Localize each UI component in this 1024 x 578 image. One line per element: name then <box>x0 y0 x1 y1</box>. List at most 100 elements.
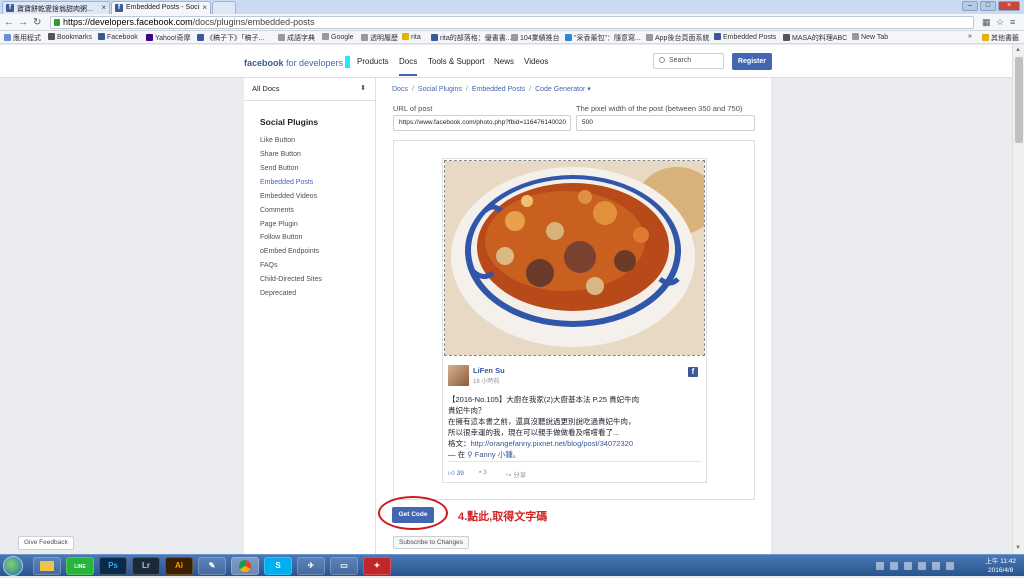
mention-link[interactable]: Fanny 小鍾。 <box>475 450 520 459</box>
nav-videos[interactable]: Videos <box>524 57 548 66</box>
bookmark-item[interactable]: rita <box>402 33 421 41</box>
share-link[interactable]: ↪ 分享 <box>506 469 526 479</box>
taskbar-photoshop[interactable]: Ps <box>99 557 127 575</box>
like-count[interactable]: 👍︎ 39 <box>448 469 464 477</box>
bookmark-chevron-icon[interactable]: » <box>968 33 972 40</box>
menu-icon[interactable]: ≡ <box>1010 17 1015 27</box>
bookmark-item[interactable]: App後台頁面系統 <box>646 33 709 43</box>
page-scrollbar[interactable]: ▲ ▼ <box>1012 45 1024 554</box>
give-feedback-button[interactable]: Give Feedback <box>18 536 74 550</box>
taskbar-app[interactable]: ▭ <box>330 557 358 575</box>
start-button[interactable] <box>3 556 23 576</box>
other-bookmarks[interactable]: 其他書籤 <box>982 33 1019 43</box>
sidebar-item-share-button[interactable]: Share Button <box>260 151 301 158</box>
maximize-button[interactable]: □ <box>980 1 996 11</box>
search-input[interactable]: Search <box>653 53 724 69</box>
star-icon[interactable]: ☆ <box>996 17 1004 28</box>
scroll-up-icon[interactable]: ▲ <box>1015 47 1021 53</box>
post-author[interactable]: LiFen Su <box>473 366 505 375</box>
article-link[interactable]: http://orangefanny.pixnet.net/blog/post/… <box>471 439 634 448</box>
bookmark-item[interactable]: Bookmarks <box>48 33 92 41</box>
bookmark-item[interactable]: "采香薰包"：隨意寫... <box>565 33 641 43</box>
sidebar-item-child-directed-sites[interactable]: Child-Directed Sites <box>260 276 322 283</box>
site-logo[interactable]: facebook for developers <box>244 56 351 68</box>
get-code-button[interactable]: Get Code <box>392 507 434 523</box>
sidebar-item-send-button[interactable]: Send Button <box>260 165 299 172</box>
all-docs-dropdown[interactable]: All Docs ⬍ <box>244 78 376 101</box>
nav-docs[interactable]: Docs <box>399 57 418 76</box>
facebook-logo-icon[interactable]: f <box>688 367 698 377</box>
bookmark-item[interactable]: 《稿子下》「稿子... <box>197 33 264 43</box>
scroll-down-icon[interactable]: ▼ <box>1015 545 1021 551</box>
taskbar-app[interactable]: ✎ <box>198 557 226 575</box>
breadcrumb-docs[interactable]: Docs <box>392 86 408 93</box>
nav-news[interactable]: News <box>494 57 514 66</box>
browser-tab-2[interactable]: f Embedded Posts - Soci × <box>111 1 211 14</box>
pixel-width-input[interactable]: 500 <box>576 115 755 131</box>
taskbar-skype[interactable]: S <box>264 557 292 575</box>
sidebar-item-embedded-posts[interactable]: Embedded Posts <box>260 179 313 186</box>
breadcrumb-social-plugins[interactable]: Social Plugins <box>418 86 462 93</box>
bookmark-item[interactable]: New Tab <box>852 33 888 41</box>
sidebar-item-page-plugin[interactable]: Page Plugin <box>260 221 298 228</box>
bookmark-item[interactable]: Embedded Posts <box>714 33 776 41</box>
bookmark-item[interactable]: Google <box>322 33 354 41</box>
scrollbar-thumb[interactable] <box>1015 57 1023 143</box>
sidebar-item-deprecated[interactable]: Deprecated <box>260 290 296 297</box>
post-time[interactable]: 18 小時前 <box>473 376 499 385</box>
close-tab-icon[interactable]: × <box>101 3 106 12</box>
nav-tools-support[interactable]: Tools & Support <box>428 57 484 66</box>
taskbar-app[interactable]: ✦ <box>363 557 391 575</box>
tray-icon[interactable] <box>876 562 884 570</box>
back-arrow-icon[interactable]: ← <box>4 17 14 28</box>
thumbs-up-icon: 👍︎ <box>448 470 457 477</box>
bookmark-item[interactable]: Facebook <box>98 33 138 41</box>
system-clock[interactable]: 上午 11:42 2016/4/8 <box>985 557 1016 575</box>
forward-arrow-icon[interactable]: → <box>18 17 28 28</box>
register-button[interactable]: Register <box>732 53 772 70</box>
breadcrumb-code-generator[interactable]: Code Generator ▾ <box>535 86 591 93</box>
minimize-button[interactable]: – <box>962 1 978 11</box>
bookmark-item[interactable]: rita的部落格：優書書... <box>431 33 512 43</box>
breadcrumb-embedded-posts[interactable]: Embedded Posts <box>472 86 525 93</box>
sidebar-item-like-button[interactable]: Like Button <box>260 137 295 144</box>
bookmark-item[interactable]: 透明履歷 <box>361 33 398 43</box>
sidebar-item-faqs[interactable]: FAQs <box>260 262 278 269</box>
sidebar-item-oembed-endpoints[interactable]: oEmbed Endpoints <box>260 248 319 255</box>
avatar[interactable] <box>448 365 469 386</box>
close-tab-icon[interactable]: × <box>202 3 207 12</box>
bookmark-item[interactable]: MASA的料理ABC <box>783 33 847 43</box>
reload-icon[interactable]: ↻ <box>33 17 41 28</box>
tray-icon[interactable] <box>890 562 898 570</box>
taskbar-explorer[interactable] <box>33 557 61 575</box>
url-of-post-input[interactable]: https://www.facebook.com/photo.php?fbid=… <box>393 115 571 131</box>
url-input[interactable]: https://developers.facebook.com/docs/plu… <box>50 16 974 29</box>
address-bar-row: ← → ↻ https://developers.facebook.com/do… <box>0 14 1024 31</box>
browser-tab-1[interactable]: f 寶寶餅乾愛捨翁甜肉粥... × <box>2 1 110 14</box>
tray-icon[interactable] <box>904 562 912 570</box>
post-text-line: 貴妃牛肉？ <box>448 406 486 415</box>
new-tab-button[interactable] <box>212 1 236 14</box>
taskbar-chrome[interactable] <box>231 557 259 575</box>
post-photo[interactable] <box>444 160 705 356</box>
comment-count[interactable]: ▪ 3 <box>479 469 487 476</box>
post-text-line: 【2016-No.105】大廚在我家(2)大廚基本法 P.25 貴妃牛肉 <box>448 395 640 404</box>
taskbar-illustrator[interactable]: Ai <box>165 557 193 575</box>
sidebar-item-embedded-videos[interactable]: Embedded Videos <box>260 193 317 200</box>
sidebar-item-follow-button[interactable]: Follow Button <box>260 234 302 241</box>
nav-products[interactable]: Products <box>357 57 389 66</box>
subscribe-button[interactable]: Subscribe to Changes <box>393 536 469 549</box>
bookmark-item[interactable]: 成語字典 <box>278 33 315 43</box>
taskbar-app[interactable]: ✈ <box>297 557 325 575</box>
extension-icon[interactable]: ▦ <box>982 17 991 28</box>
tray-icon[interactable] <box>918 562 926 570</box>
bookmark-item[interactable]: 104業績推台 <box>511 33 560 43</box>
bookmark-item[interactable]: Yahoo!奇摩 <box>146 33 191 43</box>
taskbar-lightroom[interactable]: Lr <box>132 557 160 575</box>
volume-icon[interactable] <box>946 562 954 570</box>
close-window-button[interactable]: × <box>998 1 1020 11</box>
network-icon[interactable] <box>932 562 940 570</box>
sidebar-item-comments[interactable]: Comments <box>260 207 294 214</box>
bookmark-item[interactable]: 應用程式 <box>4 33 41 43</box>
taskbar-line[interactable]: LINE <box>66 557 94 575</box>
